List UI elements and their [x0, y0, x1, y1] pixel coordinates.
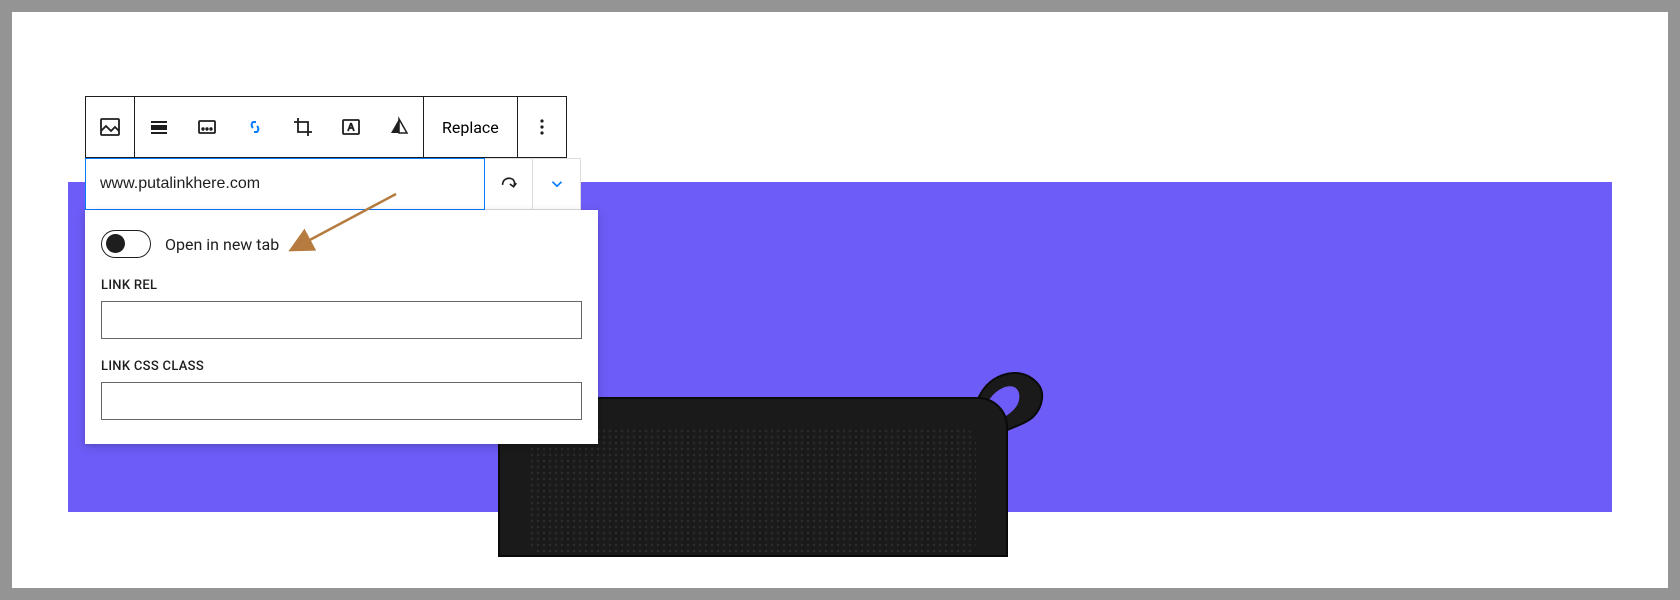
toolbar-group-more: [518, 97, 566, 157]
duotone-button[interactable]: [375, 97, 423, 157]
caption-icon: [195, 115, 219, 139]
more-options-button[interactable]: [518, 97, 566, 157]
more-vertical-icon: [530, 115, 554, 139]
speaker-mesh: [530, 429, 976, 555]
open-new-tab-toggle[interactable]: [101, 230, 151, 258]
toolbar-group-tools: [135, 97, 424, 157]
link-css-class-input[interactable]: [101, 382, 582, 420]
block-toolbar: Replace: [85, 96, 567, 158]
link-url-row: [85, 158, 581, 210]
submit-link-button[interactable]: [485, 158, 533, 210]
toolbar-group-replace: Replace: [424, 97, 518, 157]
crop-icon: [291, 115, 315, 139]
toolbar-group-block: [86, 97, 135, 157]
open-new-tab-row: Open in new tab: [101, 230, 582, 258]
align-icon: [147, 115, 171, 139]
editor-frame: Replace: [12, 12, 1668, 588]
replace-button[interactable]: Replace: [424, 97, 517, 157]
text-overlay-button[interactable]: [327, 97, 375, 157]
link-button[interactable]: [231, 97, 279, 157]
link-css-class-label: LINK CSS CLASS: [101, 359, 582, 374]
image-icon: [98, 115, 122, 139]
toggle-knob: [106, 234, 125, 253]
text-overlay-icon: [339, 115, 363, 139]
link-options-toggle[interactable]: [533, 158, 581, 210]
link-icon: [243, 115, 267, 139]
chevron-down-icon: [548, 175, 566, 193]
url-input[interactable]: [85, 158, 485, 210]
caption-button[interactable]: [183, 97, 231, 157]
open-new-tab-label: Open in new tab: [165, 235, 279, 254]
duotone-icon: [387, 115, 411, 139]
align-button[interactable]: [135, 97, 183, 157]
submit-icon: [498, 173, 520, 195]
link-rel-input[interactable]: [101, 301, 582, 339]
image-block-button[interactable]: [86, 97, 134, 157]
link-rel-label: LINK REL: [101, 278, 582, 293]
link-settings-panel: Open in new tab LINK REL LINK CSS CLASS: [85, 210, 598, 444]
crop-button[interactable]: [279, 97, 327, 157]
replace-label: Replace: [442, 118, 499, 137]
